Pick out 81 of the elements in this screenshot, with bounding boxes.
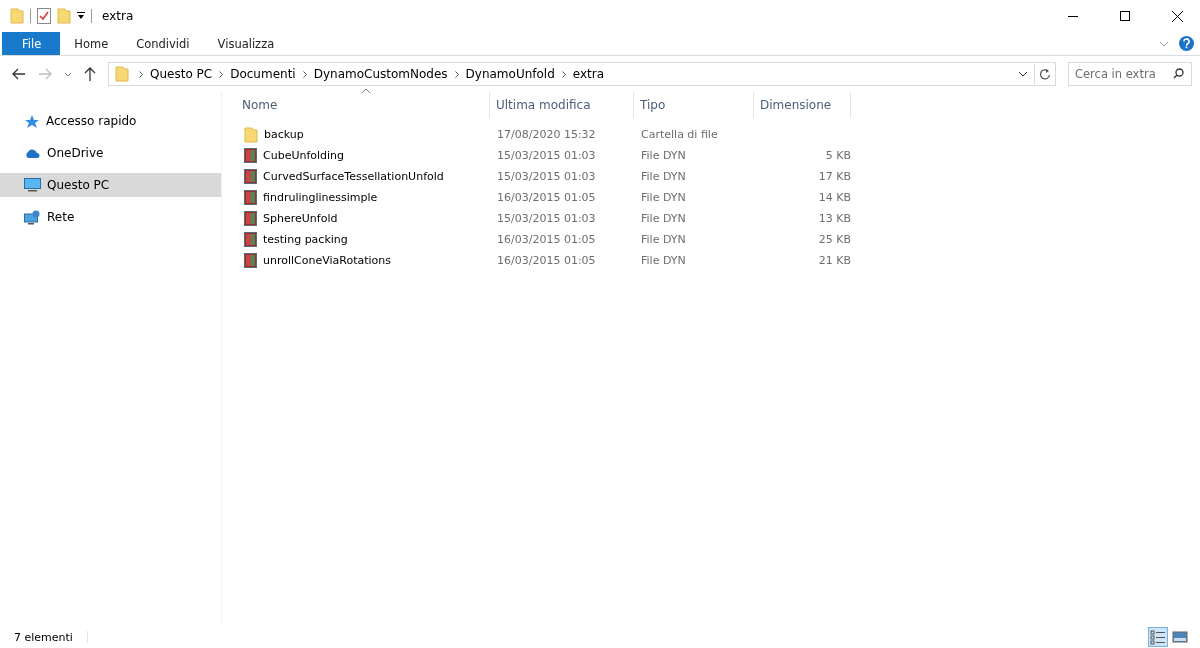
- chevron-down-icon[interactable]: [64, 71, 72, 77]
- search-icon: [1173, 68, 1184, 79]
- modified-date: 15/03/2015 01:03: [497, 170, 596, 183]
- file-name[interactable]: findrulinglinessimple: [263, 191, 378, 204]
- file-type: File DYN: [641, 191, 686, 204]
- folder-icon: [10, 8, 24, 24]
- chevron-icon: [139, 70, 143, 78]
- sidebar-item[interactable]: Rete: [0, 205, 221, 229]
- dyn-file-icon: [244, 148, 257, 163]
- file-size: 25 KB: [818, 233, 851, 246]
- modified-date: 15/03/2015 01:03: [497, 212, 596, 225]
- modified-date: 17/08/2020 15:32: [497, 128, 596, 141]
- expand-ribbon-icon[interactable]: [1159, 40, 1169, 47]
- column-header[interactable]: Ultima modifica: [490, 92, 634, 118]
- monitor-icon: [24, 178, 41, 192]
- file-menu-button[interactable]: File: [2, 32, 61, 55]
- back-arrow-icon[interactable]: [12, 68, 26, 80]
- file-name[interactable]: CubeUnfolding: [263, 149, 345, 162]
- address-bar[interactable]: Questo PC Documenti DynamoCustomNodes DynamoUnfold extra: [108, 62, 1056, 86]
- modified-date: 16/03/2015 01:05: [497, 254, 596, 267]
- file-size: 17 KB: [818, 170, 851, 183]
- folder-icon: [244, 126, 258, 143]
- file-type: File DYN: [641, 149, 686, 162]
- modified-date: 16/03/2015 01:05: [497, 233, 596, 246]
- file-size: 14 KB: [818, 191, 851, 204]
- breadcrumb[interactable]: Questo PC: [147, 67, 216, 81]
- file-size: 5 KB: [825, 149, 851, 162]
- help-icon[interactable]: [1179, 36, 1194, 51]
- chevron-icon: [302, 70, 307, 78]
- close-icon[interactable]: [1171, 10, 1183, 22]
- column-header[interactable]: Tipo: [634, 92, 754, 118]
- file-size: 21 KB: [818, 254, 851, 267]
- dropdown-icon[interactable]: [1018, 71, 1028, 77]
- column-header[interactable]: Dimensione: [754, 92, 851, 118]
- details-view-button[interactable]: [1148, 627, 1168, 647]
- ribbon-tab[interactable]: Visualizza: [203, 32, 289, 55]
- file-type: File DYN: [641, 170, 686, 183]
- chevron-icon: [454, 70, 459, 78]
- properties-icon[interactable]: [37, 8, 51, 24]
- file-name[interactable]: CurvedSurfaceTessellationUnfold: [263, 170, 444, 183]
- breadcrumb[interactable]: DynamoCustomNodes: [310, 67, 451, 81]
- ribbon-tab[interactable]: Condividi: [122, 32, 204, 55]
- sidebar-item[interactable]: Questo PC: [0, 173, 221, 197]
- refresh-icon[interactable]: [1039, 68, 1051, 80]
- breadcrumb[interactable]: DynamoUnfold: [462, 67, 558, 81]
- dyn-file-icon: [244, 232, 257, 247]
- dyn-file-icon: [244, 253, 257, 268]
- file-size: 13 KB: [818, 212, 851, 225]
- dyn-file-icon: [244, 190, 257, 205]
- file-name[interactable]: backup: [264, 128, 304, 141]
- minimize-icon[interactable]: [1068, 15, 1078, 17]
- dyn-file-icon: [244, 211, 257, 226]
- file-name[interactable]: unrollConeViaRotations: [263, 254, 392, 267]
- sidebar-item[interactable]: Accesso rapido: [0, 109, 221, 133]
- cloud-icon: [24, 147, 41, 159]
- dyn-file-icon: [244, 169, 257, 184]
- maximize-icon[interactable]: [1120, 11, 1130, 21]
- up-arrow-icon[interactable]: [84, 67, 96, 81]
- sidebar-item[interactable]: OneDrive: [0, 141, 221, 165]
- item-count: 7 elementi: [14, 630, 73, 644]
- folder-icon: [115, 66, 129, 82]
- chevron-icon: [219, 70, 224, 78]
- file-type: File DYN: [641, 212, 686, 225]
- ribbon-tab[interactable]: Home: [60, 32, 123, 55]
- file-type: Cartella di file: [641, 128, 718, 141]
- breadcrumb[interactable]: extra: [569, 67, 608, 81]
- modified-date: 16/03/2015 01:05: [497, 191, 596, 204]
- search-field[interactable]: Cerca in extra: [1068, 62, 1192, 86]
- dropdown-icon[interactable]: [77, 12, 85, 20]
- file-name[interactable]: testing packing: [263, 233, 348, 246]
- modified-date: 15/03/2015 01:03: [497, 149, 596, 162]
- chevron-icon: [561, 70, 566, 78]
- file-type: File DYN: [641, 233, 686, 246]
- network-icon: [24, 209, 41, 225]
- new-folder-icon: [57, 8, 71, 24]
- window-title: extra: [102, 9, 134, 23]
- breadcrumb[interactable]: Documenti: [227, 67, 299, 81]
- file-name[interactable]: SphereUnfold: [263, 212, 338, 225]
- file-type: File DYN: [641, 254, 686, 267]
- star-icon: [24, 113, 40, 129]
- column-header[interactable]: Nome: [236, 92, 490, 118]
